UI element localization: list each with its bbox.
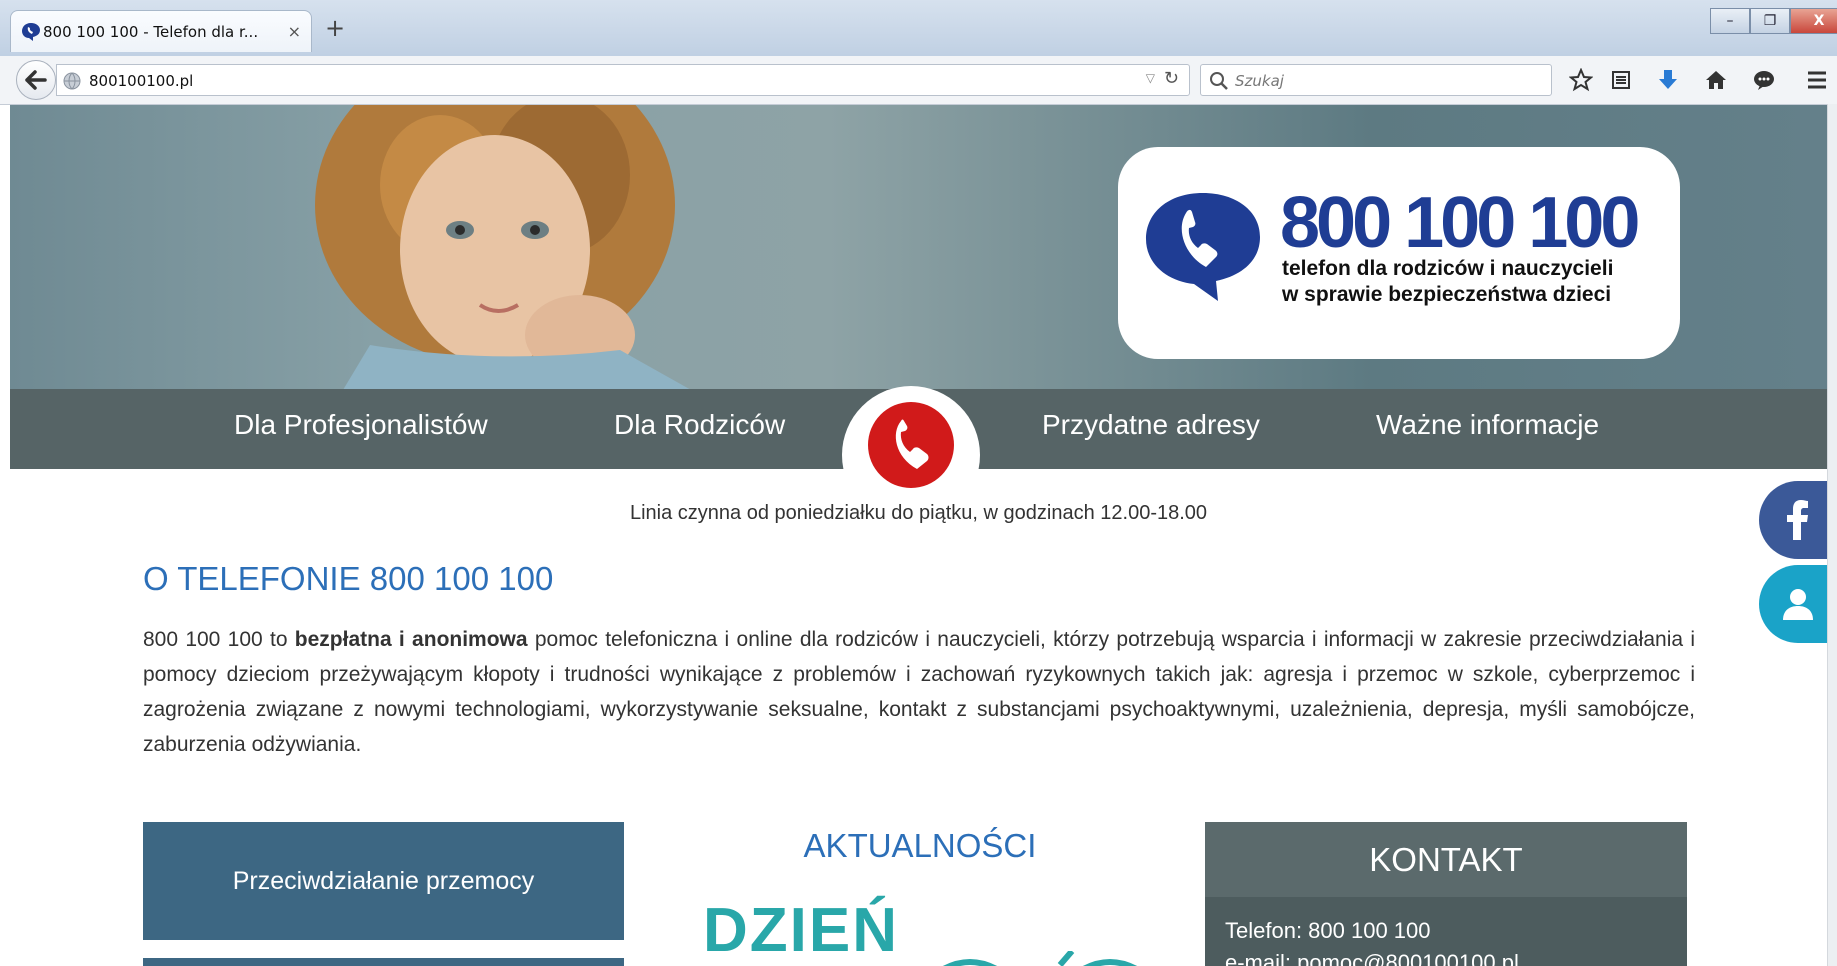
contact-title: KONTAKT xyxy=(1205,822,1687,897)
browser-titlebar: 800 100 100 - Telefon dla r... × + – ❐ X xyxy=(0,0,1837,56)
logo-number: 800 100 100 xyxy=(1280,183,1640,263)
about-text-bold: bezpłatna i anonimowa xyxy=(294,628,528,651)
search-icon xyxy=(1210,72,1228,90)
phone-icon xyxy=(895,419,929,469)
hours-notice: Linia czynna od poniedziałku do piątku, … xyxy=(629,502,1208,524)
contact-phone: Telefon: 800 100 100 xyxy=(1225,918,1431,943)
about-text: 800 100 100 to bezpłatna i anonimowa pom… xyxy=(143,622,1695,762)
address-text: 800100100.pl xyxy=(89,72,194,90)
new-tab-button[interactable]: + xyxy=(325,16,345,40)
globe-icon xyxy=(63,72,81,90)
about-text-lead: 800 100 100 to xyxy=(143,628,295,651)
reading-list-icon[interactable] xyxy=(1605,64,1637,96)
facebook-button[interactable] xyxy=(1759,481,1827,559)
about-title: O TELEFONIE 800 100 100 xyxy=(143,560,554,597)
close-window-button[interactable]: X xyxy=(1790,8,1837,34)
vertical-scrollbar[interactable] xyxy=(1827,104,1837,966)
phone-bubble-logo-icon xyxy=(1146,193,1260,301)
contact-email[interactable]: e-mail: pomoc@800100100.pl xyxy=(1225,950,1519,966)
browser-tab[interactable]: 800 100 100 - Telefon dla r... × xyxy=(10,10,312,52)
tab-close-icon[interactable]: × xyxy=(288,22,301,41)
menu-item-important-info[interactable]: Ważne informacje xyxy=(1376,409,1599,441)
search-placeholder: Szukaj xyxy=(1235,72,1284,90)
home-icon[interactable] xyxy=(1700,64,1732,96)
page-content: 800 100 100 telefon dla rodziców i naucz… xyxy=(10,105,1827,966)
site-favicon-icon xyxy=(22,23,40,41)
reload-icon[interactable]: ↻ xyxy=(1164,68,1179,89)
header-banner: 800 100 100 telefon dla rodziców i naucz… xyxy=(10,105,1827,389)
menu-item-professionals[interactable]: Dla Profesjonalistów xyxy=(234,409,488,441)
restore-button[interactable]: ❐ xyxy=(1750,8,1790,34)
facebook-icon xyxy=(1787,500,1808,540)
back-arrow-icon xyxy=(25,70,47,90)
menu-item-addresses[interactable]: Przydatne adresy xyxy=(1042,409,1260,441)
phone-badge-circle xyxy=(868,402,954,488)
download-icon[interactable] xyxy=(1652,64,1684,96)
news-image-accent xyxy=(942,951,1138,966)
browser-navbar: 800100100.pl ▽ ↻ Szukaj xyxy=(0,56,1837,105)
violence-prevention-button[interactable]: Przeciwdziałanie przemocy xyxy=(143,822,624,940)
tab-title: 800 100 100 - Telefon dla r... xyxy=(43,22,259,41)
menu-icon[interactable] xyxy=(1801,64,1833,96)
contact-box: KONTAKT Telefon: 800 100 100 e-mail: pom… xyxy=(1205,822,1687,966)
minimize-button[interactable]: – xyxy=(1710,8,1750,34)
back-button[interactable] xyxy=(16,60,56,100)
search-bar[interactable]: Szukaj xyxy=(1200,64,1552,96)
logo-tagline-1: telefon dla rodziców i nauczycieli xyxy=(1282,257,1614,280)
menu-item-parents[interactable]: Dla Rodziców xyxy=(614,409,785,441)
user-account-button[interactable] xyxy=(1759,565,1827,643)
news-title: AKTUALNOŚCI xyxy=(803,827,1037,864)
logo-card[interactable]: 800 100 100 telefon dla rodziców i naucz… xyxy=(1118,147,1680,359)
chat-icon[interactable] xyxy=(1748,64,1780,96)
window-controls: – ❐ X xyxy=(1710,8,1837,36)
logo-tagline-2: w sprawie bezpieczeństwa dzieci xyxy=(1282,283,1612,306)
user-icon xyxy=(1783,589,1813,620)
address-bar[interactable]: 800100100.pl ▽ ↻ xyxy=(56,64,1190,96)
bookmark-star-icon[interactable] xyxy=(1565,64,1597,96)
url-dropdown-icon[interactable]: ▽ xyxy=(1146,71,1155,85)
sidebar-button-2[interactable] xyxy=(143,958,624,966)
news-image-text[interactable]: DZIEŃ xyxy=(703,895,899,966)
hero-girl-image xyxy=(315,105,690,389)
